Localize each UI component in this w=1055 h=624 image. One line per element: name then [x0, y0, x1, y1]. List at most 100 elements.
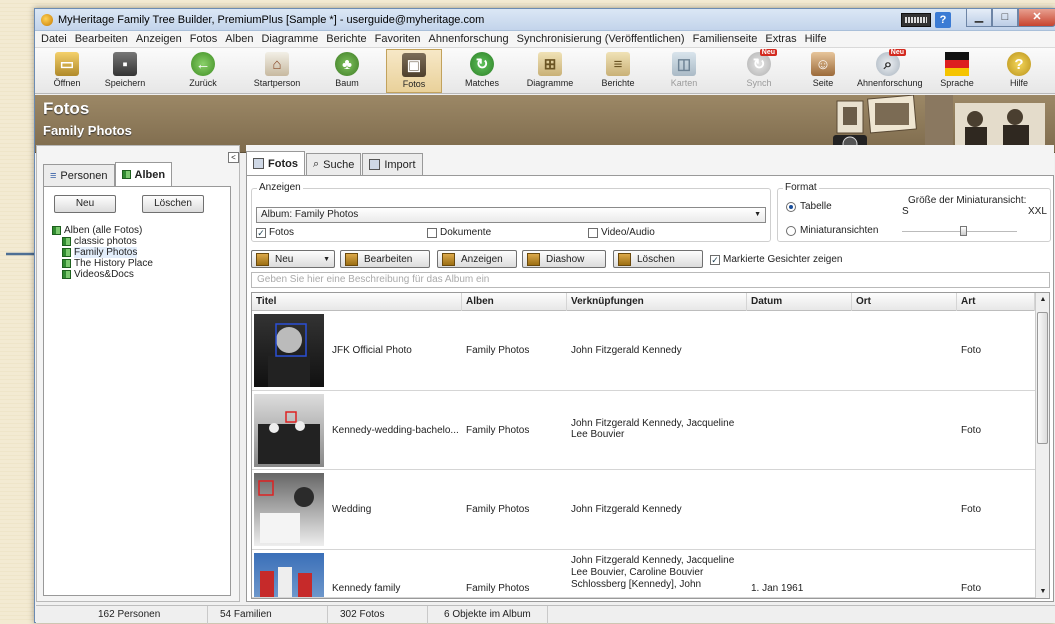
show-photo-button[interactable]: Anzeigen	[437, 250, 517, 268]
keyboard-icon[interactable]	[901, 13, 931, 27]
menu-familienseite[interactable]: Familienseite	[689, 33, 762, 45]
menu-bearbeiten[interactable]: Bearbeiten	[71, 33, 132, 45]
tree-item-album-selected[interactable]: Family Photos	[52, 247, 153, 258]
column-albums[interactable]: Alben	[462, 293, 567, 311]
menu-ahnenforschung[interactable]: Ahnenforschung	[425, 33, 513, 45]
dropdown-arrow-icon[interactable]: ▼	[323, 256, 330, 263]
edit-photo-button[interactable]: Bearbeiten	[340, 250, 430, 268]
collapse-panel-button[interactable]: <	[228, 152, 239, 163]
research-button[interactable]: ⌕ Neu Ahnenforschung	[857, 49, 923, 93]
thumb-size-slider[interactable]	[902, 225, 1017, 237]
album-folder-icon	[62, 248, 71, 257]
photos-button[interactable]: ▣ Fotos	[386, 49, 442, 93]
photo-album: Family Photos	[466, 425, 530, 436]
menu-alben[interactable]: Alben	[221, 33, 257, 45]
album-select[interactable]: Album: Family Photos	[256, 207, 766, 223]
column-links[interactable]: Verknüpfungen	[567, 293, 747, 311]
table-row[interactable]: Kennedy-wedding-bachelo... Family Photos…	[252, 391, 1035, 470]
back-button[interactable]: ← Zurück	[175, 49, 231, 93]
size-small-label: S	[902, 206, 909, 217]
startperson-button[interactable]: ⌂ Startperson	[249, 49, 305, 93]
table-header: Titel Alben Verknüpfungen Datum Ort Art	[252, 293, 1035, 311]
tree-item-album[interactable]: The History Place	[52, 258, 153, 269]
new-photo-button[interactable]: Neu ▼	[251, 250, 335, 268]
photo-title: JFK Official Photo	[332, 345, 412, 356]
delete-photo-button[interactable]: Löschen	[613, 250, 703, 268]
open-button[interactable]: ▭ Öffnen	[39, 49, 95, 93]
tree-item-album[interactable]: classic photos	[52, 236, 153, 247]
delete-album-button[interactable]: Löschen	[142, 195, 204, 213]
app-icon	[41, 13, 53, 26]
album-description-input[interactable]: Geben Sie hier eine Beschreibung für das…	[251, 272, 1050, 288]
menu-berichte[interactable]: Berichte	[322, 33, 370, 45]
scroll-thumb[interactable]	[1037, 312, 1048, 444]
scroll-up-icon[interactable]: ▲	[1036, 293, 1049, 306]
slider-thumb[interactable]	[960, 226, 967, 236]
map-icon: ◫	[672, 52, 696, 76]
album-icon	[121, 170, 131, 179]
photo-thumbnail	[254, 473, 324, 546]
matches-button[interactable]: ↻ Matches	[454, 49, 510, 93]
menu-fotos[interactable]: Fotos	[186, 33, 222, 45]
tab-photos[interactable]: Fotos	[246, 151, 305, 175]
tab-albums[interactable]: Alben	[114, 162, 173, 186]
tree-item-album[interactable]: Videos&Docs	[52, 269, 153, 280]
table-radio[interactable]: Tabelle	[786, 201, 832, 212]
photos-tab-icon	[253, 158, 264, 169]
column-date[interactable]: Datum	[747, 293, 852, 311]
menu-bar: Datei Bearbeiten Anzeigen Fotos Alben Di…	[35, 31, 1055, 48]
site-button[interactable]: ☺ Seite	[795, 49, 851, 93]
language-button[interactable]: Sprache	[929, 49, 985, 93]
thumbnails-radio[interactable]: Miniaturansichten	[786, 225, 878, 236]
help-question-icon[interactable]: ?	[935, 12, 951, 28]
charts-button[interactable]: ⊞ Diagramme	[522, 49, 578, 93]
photo-thumbnail	[254, 314, 324, 387]
maximize-button[interactable]: □	[992, 9, 1018, 27]
maps-button[interactable]: ◫ Karten	[656, 49, 712, 93]
column-type[interactable]: Art	[957, 293, 1035, 311]
photo-type: Foto	[961, 504, 982, 515]
tab-import[interactable]: Import	[362, 153, 423, 175]
album-folder-icon	[52, 226, 61, 235]
help-button[interactable]: ? Hilfe	[991, 49, 1047, 93]
close-button[interactable]: ✕	[1018, 9, 1055, 27]
menu-synchronisierung[interactable]: Synchronisierung (Veröffentlichen)	[513, 33, 689, 45]
menu-datei[interactable]: Datei	[37, 33, 71, 45]
column-title[interactable]: Titel	[252, 293, 462, 311]
table-row[interactable]: Wedding Family Photos John Fitzgerald Ke…	[252, 470, 1035, 550]
table-scrollbar[interactable]: ▲ ▼	[1035, 293, 1049, 598]
right-tabs: Fotos ⌕ Suche Import	[246, 151, 424, 175]
album-folder-icon	[62, 270, 71, 279]
photo-title: Kennedy family	[332, 583, 401, 594]
video-audio-checkbox[interactable]: Video/Audio	[588, 227, 655, 238]
save-button[interactable]: ▪ Speichern	[97, 49, 153, 93]
photos-checkbox[interactable]: ✓ Fotos	[256, 227, 294, 238]
sync-button[interactable]: ↻ Neu Synch	[731, 49, 787, 93]
menu-favoriten[interactable]: Favoriten	[371, 33, 425, 45]
table-row[interactable]: Kennedy family Family Photos John Fitzge…	[252, 550, 1035, 598]
magnifier-icon: ⌕ Neu	[876, 49, 906, 76]
show-faces-checkbox[interactable]: ✓ Markierte Gesichter zeigen	[710, 254, 843, 265]
tree-item-all-photos[interactable]: Alben (alle Fotos)	[52, 225, 153, 236]
reports-button[interactable]: ≡ Berichte	[590, 49, 646, 93]
edit-icon	[345, 252, 358, 266]
photo-album: Family Photos	[466, 504, 530, 515]
status-album-items: 6 Objekte im Album	[428, 606, 548, 624]
documents-checkbox[interactable]: Dokumente	[427, 227, 491, 238]
menu-hilfe[interactable]: Hilfe	[801, 33, 831, 45]
status-bar: 162 Personen 54 Familien 302 Fotos 6 Obj…	[36, 605, 1055, 624]
scroll-down-icon[interactable]: ▼	[1036, 585, 1049, 598]
table-row[interactable]: JFK Official Photo Family Photos John Fi…	[252, 311, 1035, 391]
menu-extras[interactable]: Extras	[761, 33, 800, 45]
menu-anzeigen[interactable]: Anzeigen	[132, 33, 186, 45]
photo-title: Wedding	[332, 504, 372, 515]
column-place[interactable]: Ort	[852, 293, 957, 311]
tab-persons[interactable]: ≡ Personen	[43, 164, 115, 186]
new-album-button[interactable]: Neu	[54, 195, 116, 213]
sync-icon: ↻ Neu	[747, 49, 777, 76]
slideshow-button[interactable]: Diashow	[522, 250, 606, 268]
tree-button[interactable]: ♣ Baum	[319, 49, 375, 93]
menu-diagramme[interactable]: Diagramme	[257, 33, 322, 45]
minimize-button[interactable]: ▁	[966, 9, 992, 27]
tab-search[interactable]: ⌕ Suche	[305, 153, 362, 175]
